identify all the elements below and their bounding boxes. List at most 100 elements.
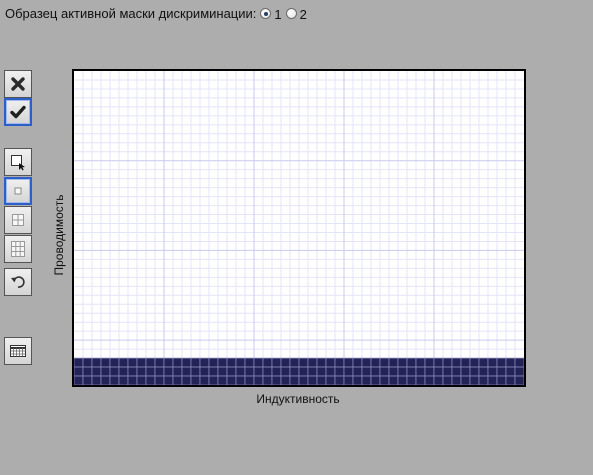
filled-cell[interactable] xyxy=(127,375,138,386)
filled-cell[interactable] xyxy=(253,366,264,377)
filled-cell[interactable] xyxy=(388,357,399,368)
filled-cell[interactable] xyxy=(91,366,102,377)
filled-cell[interactable] xyxy=(73,375,84,386)
filled-cell[interactable] xyxy=(253,375,264,386)
filled-cell[interactable] xyxy=(415,357,426,368)
filled-cell[interactable] xyxy=(226,357,237,368)
filled-cell[interactable] xyxy=(316,375,327,386)
filled-cell[interactable] xyxy=(73,366,84,377)
filled-cell[interactable] xyxy=(442,357,453,368)
filled-cell[interactable] xyxy=(91,375,102,386)
filled-cell[interactable] xyxy=(298,357,309,368)
filled-cell[interactable] xyxy=(316,366,327,377)
filled-cell[interactable] xyxy=(451,357,462,368)
filled-cell[interactable] xyxy=(451,375,462,386)
filled-cell[interactable] xyxy=(208,375,219,386)
filled-cell[interactable] xyxy=(505,375,516,386)
filled-cell[interactable] xyxy=(469,357,480,368)
filled-cell[interactable] xyxy=(181,375,192,386)
filled-cell[interactable] xyxy=(415,366,426,377)
filled-cell[interactable] xyxy=(379,366,390,377)
filled-cell[interactable] xyxy=(370,366,381,377)
filled-cell[interactable] xyxy=(442,375,453,386)
filled-cell[interactable] xyxy=(127,357,138,368)
filled-cell[interactable] xyxy=(172,357,183,368)
filled-cell[interactable] xyxy=(136,357,147,368)
filled-cell[interactable] xyxy=(307,366,318,377)
filled-cell[interactable] xyxy=(289,375,300,386)
filled-cell[interactable] xyxy=(163,366,174,377)
filled-cell[interactable] xyxy=(280,357,291,368)
filled-cell[interactable] xyxy=(100,375,111,386)
filled-cell[interactable] xyxy=(172,375,183,386)
filled-cell[interactable] xyxy=(514,366,525,377)
filled-cell[interactable] xyxy=(424,375,435,386)
filled-cell[interactable] xyxy=(244,375,255,386)
filled-cell[interactable] xyxy=(163,375,174,386)
filled-cell[interactable] xyxy=(487,357,498,368)
filled-cell[interactable] xyxy=(82,357,93,368)
filled-cell[interactable] xyxy=(496,357,507,368)
filled-cell[interactable] xyxy=(280,375,291,386)
filled-cell[interactable] xyxy=(91,357,102,368)
filled-cell[interactable] xyxy=(298,375,309,386)
filled-cell[interactable] xyxy=(496,375,507,386)
filled-cell[interactable] xyxy=(199,366,210,377)
filled-cell[interactable] xyxy=(505,366,516,377)
filled-cell[interactable] xyxy=(352,375,363,386)
filled-cell[interactable] xyxy=(343,366,354,377)
filled-cell[interactable] xyxy=(208,357,219,368)
filled-cell[interactable] xyxy=(451,366,462,377)
filled-cell[interactable] xyxy=(181,366,192,377)
filled-cell[interactable] xyxy=(235,375,246,386)
filled-cell[interactable] xyxy=(145,366,156,377)
filled-cell[interactable] xyxy=(379,357,390,368)
filled-cell[interactable] xyxy=(82,375,93,386)
filled-cell[interactable] xyxy=(397,357,408,368)
filled-cell[interactable] xyxy=(397,375,408,386)
filled-cell[interactable] xyxy=(352,366,363,377)
filled-cell[interactable] xyxy=(334,357,345,368)
filled-cell[interactable] xyxy=(460,375,471,386)
filled-cell[interactable] xyxy=(307,375,318,386)
filled-cell[interactable] xyxy=(109,366,120,377)
filled-cell[interactable] xyxy=(199,375,210,386)
filled-cell[interactable] xyxy=(217,366,228,377)
filled-cell[interactable] xyxy=(343,357,354,368)
filled-cell[interactable] xyxy=(514,375,525,386)
filled-cell[interactable] xyxy=(226,366,237,377)
filled-cell[interactable] xyxy=(424,357,435,368)
filled-cell[interactable] xyxy=(397,366,408,377)
filled-cell[interactable] xyxy=(226,375,237,386)
filled-cell[interactable] xyxy=(199,357,210,368)
filled-cell[interactable] xyxy=(172,366,183,377)
filled-cell[interactable] xyxy=(145,375,156,386)
filled-cell[interactable] xyxy=(478,357,489,368)
filled-cell[interactable] xyxy=(370,357,381,368)
filled-cell[interactable] xyxy=(388,375,399,386)
filled-cell[interactable] xyxy=(190,375,201,386)
filled-cell[interactable] xyxy=(109,357,120,368)
filled-cell[interactable] xyxy=(406,357,417,368)
filled-cell[interactable] xyxy=(154,357,165,368)
filled-cell[interactable] xyxy=(208,366,219,377)
filled-cell[interactable] xyxy=(361,366,372,377)
filled-cell[interactable] xyxy=(100,366,111,377)
filled-cell[interactable] xyxy=(190,366,201,377)
filled-cell[interactable] xyxy=(262,357,273,368)
filled-cell[interactable] xyxy=(514,357,525,368)
filled-cell[interactable] xyxy=(262,375,273,386)
filled-cell[interactable] xyxy=(478,375,489,386)
filled-cell[interactable] xyxy=(82,366,93,377)
filled-cell[interactable] xyxy=(163,357,174,368)
filled-cell[interactable] xyxy=(253,357,264,368)
filled-cell[interactable] xyxy=(73,357,84,368)
filled-cell[interactable] xyxy=(244,357,255,368)
filled-cell[interactable] xyxy=(235,357,246,368)
filled-cell[interactable] xyxy=(352,357,363,368)
filled-cell[interactable] xyxy=(307,357,318,368)
filled-cell[interactable] xyxy=(469,366,480,377)
filled-cell[interactable] xyxy=(460,357,471,368)
filled-cell[interactable] xyxy=(442,366,453,377)
filled-cell[interactable] xyxy=(262,366,273,377)
